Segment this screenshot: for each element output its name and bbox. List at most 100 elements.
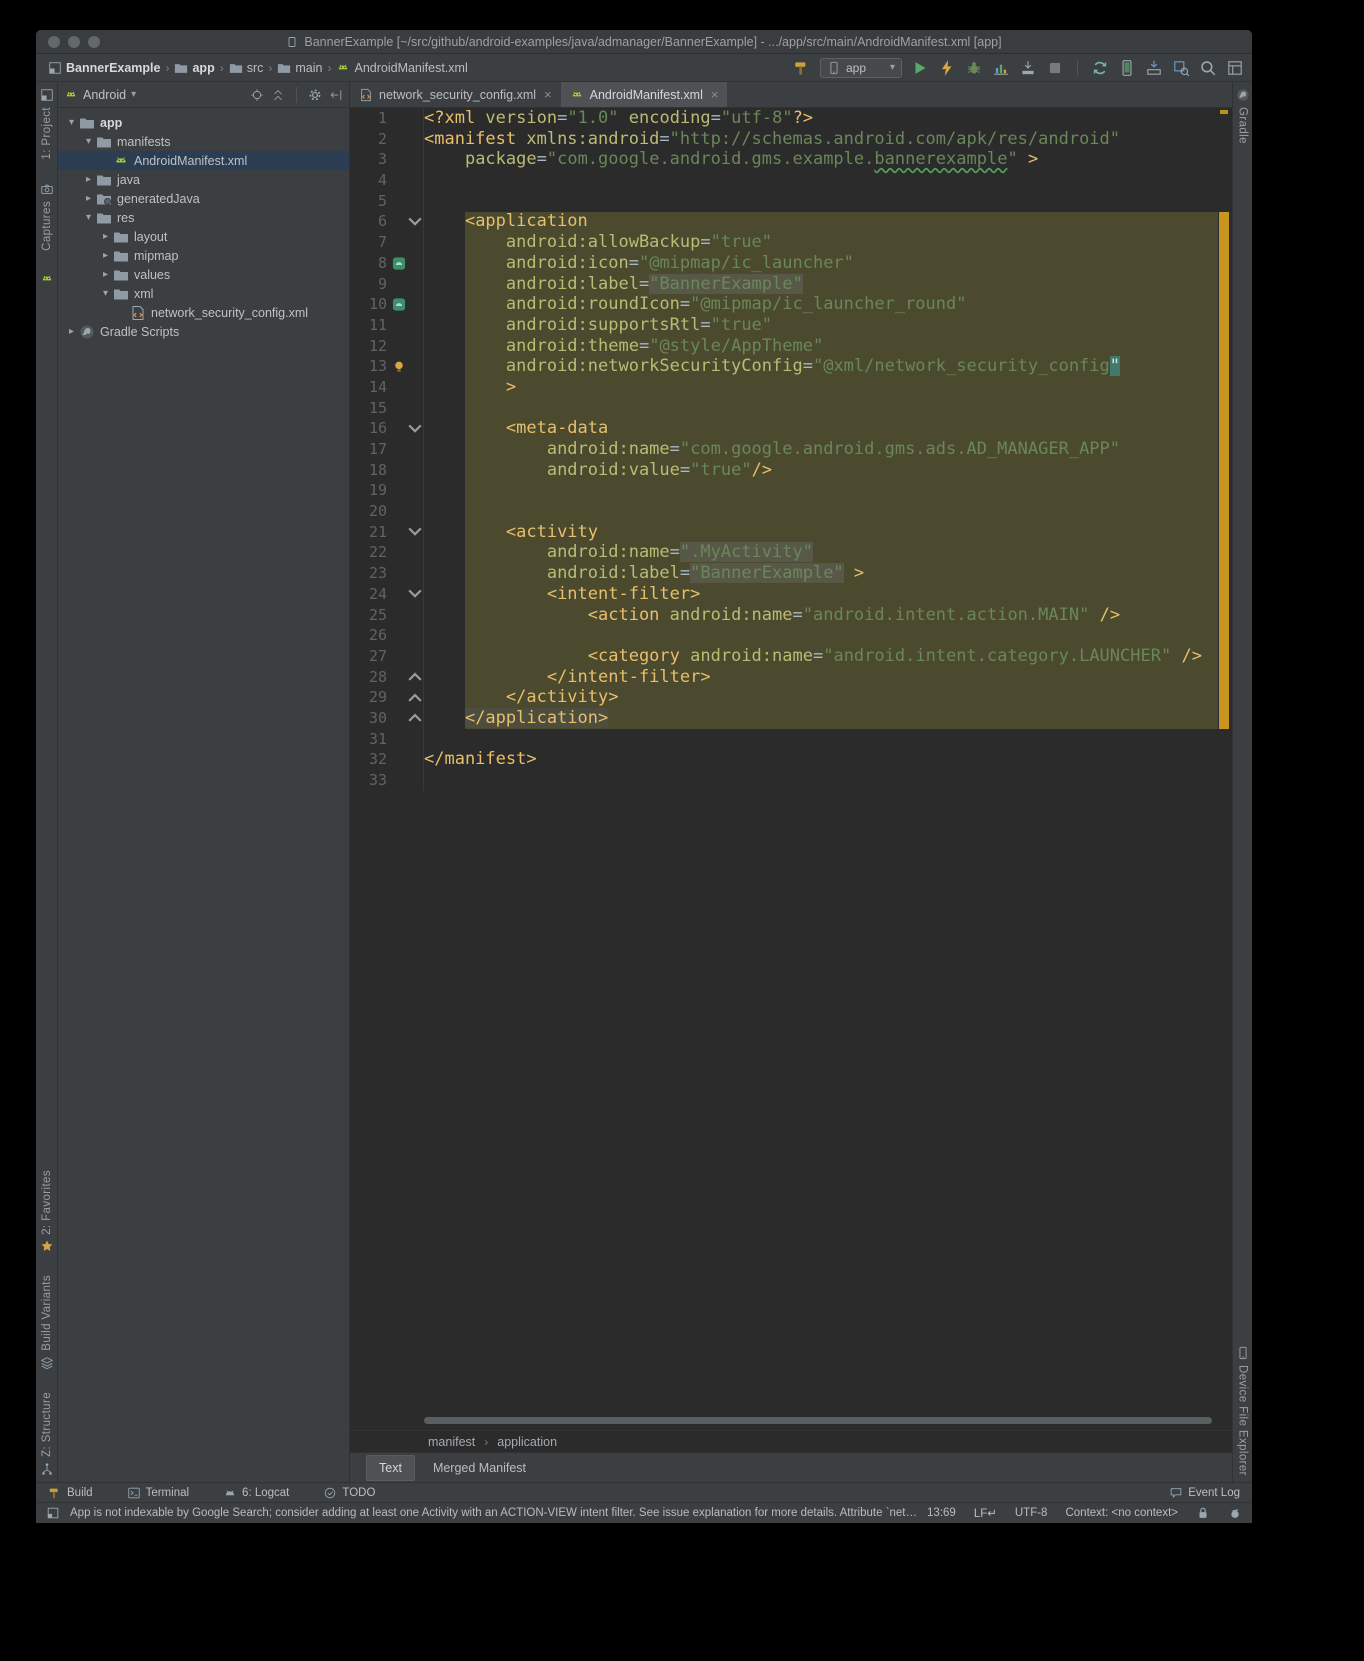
collapse-all-icon[interactable] [271, 88, 285, 102]
tool-window-button-terminal[interactable]: Terminal [127, 1486, 189, 1500]
close-button[interactable] [48, 36, 60, 48]
tree-chevron-icon[interactable]: ▸ [98, 269, 113, 280]
gutter-line[interactable]: 15 [350, 398, 423, 419]
code-line[interactable]: android:label="BannerExample" > [424, 563, 1218, 584]
tree-chevron-icon[interactable]: ▸ [98, 231, 113, 242]
run-config-select[interactable]: app ▾ [820, 58, 902, 78]
project-tree-item-network-security-config-xml[interactable]: network_security_config.xml [58, 303, 349, 322]
code-line[interactable]: android:supportsRtl="true" [424, 315, 1218, 336]
close-tab-icon[interactable]: × [544, 87, 552, 102]
avd-manager-button[interactable] [1118, 59, 1136, 77]
sdk-manager-button[interactable] [1145, 59, 1163, 77]
code-line[interactable]: <action android:name="android.intent.act… [424, 605, 1218, 626]
gutter-line[interactable]: 13 [350, 356, 423, 377]
fold-down-icon[interactable] [407, 216, 423, 228]
context-indicator[interactable]: Context: <no context> [1065, 1507, 1178, 1519]
intention-bulb-icon[interactable] [387, 359, 407, 374]
code-line[interactable]: package="com.google.android.gms.example.… [424, 149, 1218, 170]
gutter-line[interactable]: 16 [350, 418, 423, 439]
tool-window-button-event-log[interactable]: Event Log [1169, 1486, 1240, 1500]
code-line[interactable]: <meta-data [424, 418, 1218, 439]
gutter-line[interactable]: 21 [350, 522, 423, 543]
gutter-line[interactable]: 4 [350, 170, 423, 191]
gutter-line[interactable]: 27 [350, 646, 423, 667]
code-layer[interactable]: <?xml version="1.0" encoding="utf-8"?> <m… [424, 108, 1218, 1430]
code-line[interactable] [424, 625, 1218, 646]
close-tab-icon[interactable]: × [711, 87, 719, 102]
gutter-line[interactable]: 9 [350, 274, 423, 295]
caret-position[interactable]: 13:69 [927, 1507, 956, 1519]
project-tree-item-app[interactable]: ▾app [58, 113, 349, 132]
xml-breadcrumb-manifest[interactable]: manifest [428, 1435, 475, 1449]
stop-button[interactable] [1046, 59, 1064, 77]
chevron-down-icon[interactable]: ▾ [131, 89, 136, 100]
gutter-line[interactable]: 10 [350, 294, 423, 315]
code-line[interactable]: <application [424, 211, 1218, 232]
fold-end-icon[interactable] [407, 712, 423, 724]
project-tree-item-generatedjava[interactable]: ▸generatedJava [58, 189, 349, 208]
code-line[interactable]: </manifest> [424, 749, 1218, 770]
breadcrumb-item-manifest[interactable]: AndroidManifest.xml [336, 61, 467, 75]
select-opened-file-icon[interactable] [250, 88, 264, 102]
gutter-line[interactable]: 6 [350, 211, 423, 232]
gutter-line[interactable]: 32 [350, 749, 423, 770]
gutter-line[interactable]: 29 [350, 687, 423, 708]
breadcrumb-item-src[interactable]: src [229, 61, 264, 75]
gutter-line[interactable]: 19 [350, 480, 423, 501]
zoom-button[interactable] [88, 36, 100, 48]
gutter-line[interactable]: 23 [350, 563, 423, 584]
launcher-icon-preview[interactable] [387, 297, 407, 312]
search-everywhere-button[interactable] [1199, 59, 1217, 77]
tree-chevron-icon[interactable]: ▸ [81, 193, 96, 204]
editor-tab-androidmanifest-xml[interactable]: AndroidManifest.xml× [561, 82, 728, 107]
breadcrumb-item-project[interactable]: BannerExample [48, 61, 160, 75]
code-line[interactable] [424, 501, 1218, 522]
fold-end-icon[interactable] [407, 671, 423, 683]
code-line[interactable]: </application> [424, 708, 1218, 729]
project-tree-item-xml[interactable]: ▾xml [58, 284, 349, 303]
highlighting-level-icon[interactable] [1228, 1506, 1242, 1520]
code-line[interactable]: android:networkSecurityConfig="@xml/netw… [424, 356, 1218, 377]
project-tree-item-mipmap[interactable]: ▸mipmap [58, 246, 349, 265]
line-separator[interactable]: LF↵ [974, 1506, 997, 1520]
minimize-button[interactable] [68, 36, 80, 48]
build-hammer-icon[interactable] [793, 59, 811, 77]
code-line[interactable]: <category android:name="android.intent.c… [424, 646, 1218, 667]
apply-changes-button[interactable] [938, 59, 956, 77]
code-line[interactable]: android:label="BannerExample" [424, 274, 1218, 295]
tool-window-button-1-project[interactable]: 1: Project [40, 88, 54, 160]
project-tree-item-androidmanifest-xml[interactable]: AndroidManifest.xml [58, 151, 349, 170]
code-line[interactable]: <?xml version="1.0" encoding="utf-8"?> [424, 108, 1218, 129]
code-line[interactable]: android:roundIcon="@mipmap/ic_launcher_r… [424, 294, 1218, 315]
project-tree-item-java[interactable]: ▸java [58, 170, 349, 189]
toolwindow-layout-button[interactable] [1226, 59, 1244, 77]
profile-button[interactable] [992, 59, 1010, 77]
code-line[interactable] [424, 398, 1218, 419]
gutter-line[interactable]: 7 [350, 232, 423, 253]
code-line[interactable]: </intent-filter> [424, 667, 1218, 688]
gutter-line[interactable]: 28 [350, 667, 423, 688]
gutter-line[interactable]: 3 [350, 149, 423, 170]
tree-chevron-icon[interactable]: ▾ [81, 136, 96, 147]
project-tree-item-layout[interactable]: ▸layout [58, 227, 349, 246]
editor-tab-network-security-config-xml[interactable]: network_security_config.xml× [350, 82, 561, 107]
run-button[interactable] [911, 59, 929, 77]
tree-chevron-icon[interactable]: ▸ [64, 326, 79, 337]
breadcrumb-item-main[interactable]: main [277, 61, 322, 75]
gutter[interactable]: 1234567891011121314151617181920212223242… [350, 108, 424, 791]
horizontal-scrollbar[interactable] [424, 1417, 1212, 1424]
tool-window-button-captures[interactable]: Captures [40, 182, 54, 251]
project-tree-item-manifests[interactable]: ▾manifests [58, 132, 349, 151]
fold-down-icon[interactable] [407, 588, 423, 600]
attach-debugger-button[interactable] [1019, 59, 1037, 77]
view-tab-merged-manifest[interactable]: Merged Manifest [421, 1456, 538, 1480]
code-line[interactable]: android:icon="@mipmap/ic_launcher" [424, 253, 1218, 274]
project-tree-item-gradle-scripts[interactable]: ▸Gradle Scripts [58, 322, 349, 341]
tool-window-button-gradle[interactable]: Gradle [1236, 88, 1250, 144]
gutter-line[interactable]: 1 [350, 108, 423, 129]
fold-end-icon[interactable] [407, 692, 423, 704]
gutter-line[interactable]: 17 [350, 439, 423, 460]
tool-window-button-build-variants[interactable]: Build Variants [40, 1275, 54, 1370]
gutter-line[interactable]: 25 [350, 605, 423, 626]
tool-window-button-2-favorites[interactable]: 2: Favorites [40, 1170, 54, 1254]
